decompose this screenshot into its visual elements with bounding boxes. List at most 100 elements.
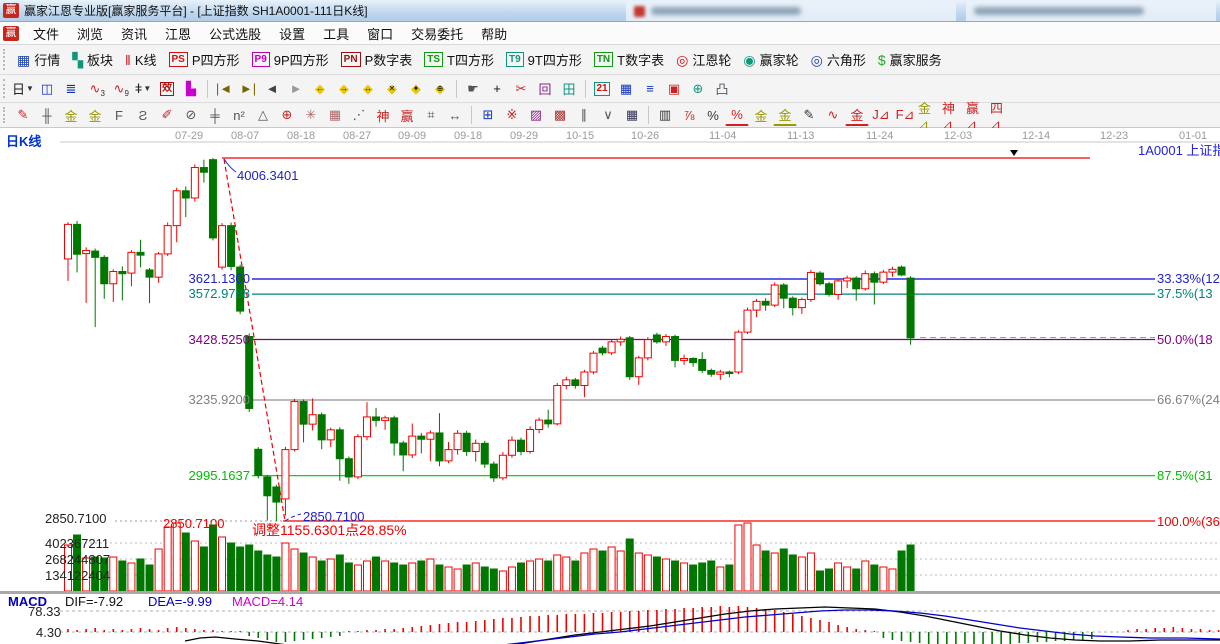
ying-icon[interactable]: 赢 bbox=[395, 105, 419, 126]
candle-body[interactable] bbox=[771, 285, 778, 305]
kline-period-dropdown[interactable]: 日▼ bbox=[11, 78, 35, 99]
gann-diamond-plus-icon[interactable]: ◆⊕ bbox=[428, 78, 452, 99]
candle-body[interactable] bbox=[499, 455, 506, 478]
f-comb-icon[interactable]: F bbox=[107, 105, 131, 126]
candle-body[interactable] bbox=[889, 269, 896, 272]
candle-body[interactable] bbox=[508, 440, 515, 455]
candle-body[interactable] bbox=[354, 437, 361, 477]
gann-effect-icon[interactable]: 效 bbox=[155, 78, 179, 99]
candle-body[interactable] bbox=[518, 440, 525, 451]
parallel-lines-icon[interactable]: ∥ bbox=[572, 105, 596, 126]
candle-body[interactable] bbox=[101, 257, 108, 283]
sectors-button[interactable]: ▚板块 bbox=[66, 47, 119, 72]
candle-body[interactable] bbox=[481, 443, 488, 464]
candle-body[interactable] bbox=[662, 337, 669, 342]
ninet-square-button[interactable]: T99T四方形 bbox=[500, 47, 588, 72]
menu-item-窗口[interactable]: 窗口 bbox=[358, 22, 402, 45]
chart-area[interactable]: 日K线 1A0001 上证指数 4006.3401 2850.7100 2850… bbox=[0, 128, 1220, 644]
cut-tool-icon[interactable]: ✂ bbox=[509, 78, 533, 99]
menu-item-帮助[interactable]: 帮助 bbox=[472, 22, 516, 45]
candle-body[interactable] bbox=[835, 281, 842, 295]
candle-body[interactable] bbox=[581, 372, 588, 386]
candle-body[interactable] bbox=[255, 449, 262, 475]
candle-body[interactable] bbox=[862, 274, 869, 289]
menu-item-公式选股[interactable]: 公式选股 bbox=[200, 22, 270, 45]
web-icon[interactable]: ✳ bbox=[299, 105, 323, 126]
candle-body[interactable] bbox=[454, 433, 461, 449]
gold-circle-icon[interactable]: 金 bbox=[749, 105, 773, 126]
p-number-button[interactable]: PNP数字表 bbox=[335, 47, 419, 72]
s-comb-icon[interactable]: Ƨ bbox=[131, 105, 155, 126]
pattern-icon[interactable]: 田 bbox=[557, 78, 581, 99]
notes-icon[interactable]: ≡ bbox=[638, 78, 662, 99]
candle-body[interactable] bbox=[119, 272, 126, 274]
circle-cross-icon[interactable]: ⊕ bbox=[275, 105, 299, 126]
candle-body[interactable] bbox=[191, 168, 198, 198]
ying-angle-icon[interactable]: 赢⊿ bbox=[965, 105, 989, 126]
candle-body[interactable] bbox=[644, 340, 651, 358]
menu-item-设置[interactable]: 设置 bbox=[270, 22, 314, 45]
candle-body[interactable] bbox=[382, 418, 389, 421]
gann-diamond-left-icon[interactable]: ◆← bbox=[308, 78, 332, 99]
candle-body[interactable] bbox=[708, 370, 715, 374]
candle-body[interactable] bbox=[681, 359, 688, 361]
print-icon[interactable]: 凸 bbox=[710, 78, 734, 99]
candle-body[interactable] bbox=[427, 433, 434, 439]
gann-diamond-expand-icon[interactable]: ◆↔ bbox=[356, 78, 380, 99]
rays-icon[interactable]: ※ bbox=[500, 105, 524, 126]
kline-lines-icon[interactable]: ⋰ bbox=[347, 105, 371, 126]
candle-body[interactable] bbox=[209, 160, 216, 238]
candle-body[interactable] bbox=[273, 487, 280, 502]
si-angle-icon[interactable]: 四⊿ bbox=[989, 105, 1013, 126]
ink-pen-icon[interactable]: ✎ bbox=[797, 105, 821, 126]
next-page-icon[interactable]: ► bbox=[284, 78, 308, 99]
grid-comb-icon[interactable]: ╫ bbox=[35, 105, 59, 126]
wave-a-icon[interactable]: ∿ bbox=[821, 105, 845, 126]
shen-angle-icon[interactable]: 神⊿ bbox=[941, 105, 965, 126]
candle-body[interactable] bbox=[780, 285, 787, 298]
candle-body[interactable] bbox=[880, 272, 887, 282]
menu-item-资讯[interactable]: 资讯 bbox=[112, 22, 156, 45]
percent-line-icon[interactable]: % bbox=[725, 105, 749, 126]
percent-icon[interactable]: % bbox=[701, 105, 725, 126]
candle-body[interactable] bbox=[554, 386, 561, 424]
candle-body[interactable] bbox=[182, 191, 189, 198]
menu-item-江恩[interactable]: 江恩 bbox=[156, 22, 200, 45]
candle-body[interactable] bbox=[92, 251, 99, 257]
kline-chart-canvas[interactable] bbox=[0, 128, 1220, 644]
f-angle-icon[interactable]: F⊿ bbox=[893, 105, 917, 126]
n2-icon[interactable]: n² bbox=[227, 105, 251, 126]
candle-body[interactable] bbox=[490, 464, 497, 478]
candle-body[interactable] bbox=[798, 299, 805, 307]
winner-service-button[interactable]: $赢家服务 bbox=[872, 47, 948, 72]
candle-body[interactable] bbox=[563, 380, 570, 386]
candle-body[interactable] bbox=[545, 420, 552, 424]
candle-body[interactable] bbox=[871, 274, 878, 282]
menu-item-浏览[interactable]: 浏览 bbox=[68, 22, 112, 45]
candle-body[interactable] bbox=[418, 436, 425, 439]
wave-3-icon[interactable]: ∿3 bbox=[83, 78, 107, 99]
report-icon[interactable]: ≣ bbox=[59, 78, 83, 99]
candle-body[interactable] bbox=[907, 278, 914, 338]
gann-wheel-button[interactable]: ◎江恩轮 bbox=[670, 47, 737, 72]
crosshair-tool-icon[interactable]: + bbox=[485, 78, 509, 99]
candle-body[interactable] bbox=[699, 359, 706, 370]
candle-body[interactable] bbox=[219, 226, 226, 267]
blurred-tab[interactable] bbox=[966, 1, 1216, 21]
candle-body[interactable] bbox=[744, 310, 751, 332]
candle-body[interactable] bbox=[436, 433, 443, 461]
candle-body[interactable] bbox=[789, 298, 796, 307]
calculator-icon[interactable]: ▦ bbox=[614, 78, 638, 99]
candle-body[interactable] bbox=[318, 415, 325, 440]
purple-grid-icon[interactable]: ▨ bbox=[524, 105, 548, 126]
pen-tool-icon[interactable]: ✎ bbox=[11, 105, 35, 126]
gold-comb-icon[interactable]: 金 bbox=[59, 105, 83, 126]
measure-icon[interactable]: ↔ bbox=[443, 105, 467, 126]
candle-body[interactable] bbox=[74, 224, 81, 254]
candle-body[interactable] bbox=[345, 459, 352, 477]
gann-diamond-cross-icon[interactable]: ◆✕ bbox=[380, 78, 404, 99]
candle-body[interactable] bbox=[363, 417, 370, 437]
export-web-icon[interactable]: ⊕ bbox=[686, 78, 710, 99]
first-page-icon[interactable]: |◄ bbox=[212, 78, 236, 99]
candle-body[interactable] bbox=[816, 273, 823, 284]
